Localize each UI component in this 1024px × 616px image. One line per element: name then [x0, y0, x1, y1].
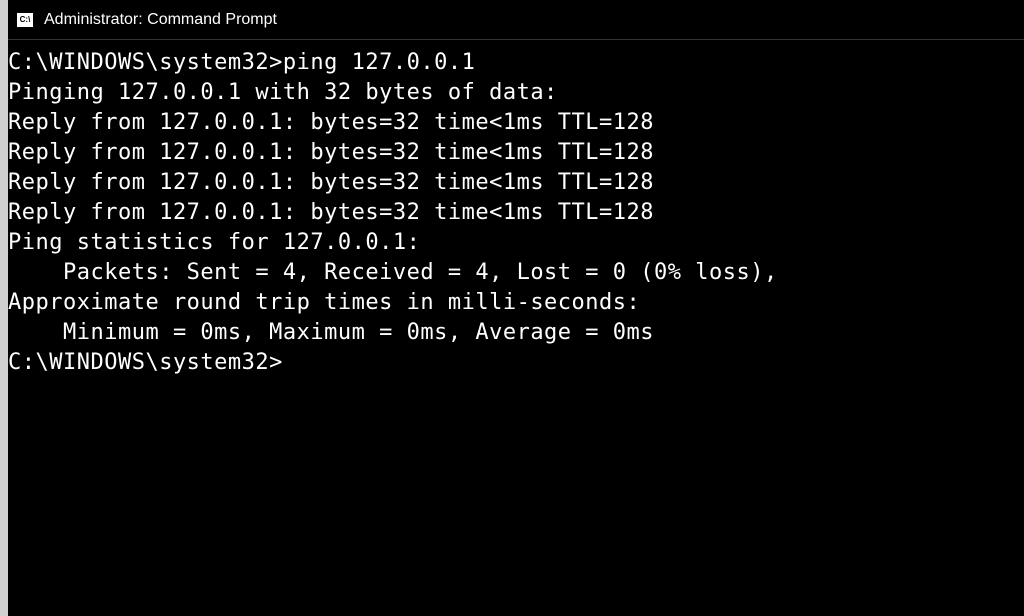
terminal-output[interactable]: C:\WINDOWS\system32>ping 127.0.0.1Pingin… — [8, 40, 1024, 378]
terminal-line: C:\WINDOWS\system32>ping 127.0.0.1 — [8, 48, 1024, 78]
terminal-line: Reply from 127.0.0.1: bytes=32 time<1ms … — [8, 138, 1024, 168]
terminal-prompt[interactable]: C:\WINDOWS\system32> — [8, 348, 1024, 378]
terminal-line: Reply from 127.0.0.1: bytes=32 time<1ms … — [8, 108, 1024, 138]
terminal-line: Packets: Sent = 4, Received = 4, Lost = … — [8, 258, 1024, 288]
terminal-line: Minimum = 0ms, Maximum = 0ms, Average = … — [8, 318, 1024, 348]
cmd-icon: C:\ — [16, 12, 34, 28]
titlebar[interactable]: C:\ Administrator: Command Prompt — [8, 0, 1024, 40]
outer-frame: C:\ Administrator: Command Prompt C:\WIN… — [0, 0, 1024, 616]
terminal-line: Ping statistics for 127.0.0.1: — [8, 228, 1024, 258]
command-prompt-window: C:\ Administrator: Command Prompt C:\WIN… — [8, 0, 1024, 616]
window-title: Administrator: Command Prompt — [44, 11, 277, 29]
terminal-line: Reply from 127.0.0.1: bytes=32 time<1ms … — [8, 168, 1024, 198]
terminal-line: Reply from 127.0.0.1: bytes=32 time<1ms … — [8, 198, 1024, 228]
terminal-line: Approximate round trip times in milli-se… — [8, 288, 1024, 318]
terminal-line: Pinging 127.0.0.1 with 32 bytes of data: — [8, 78, 1024, 108]
